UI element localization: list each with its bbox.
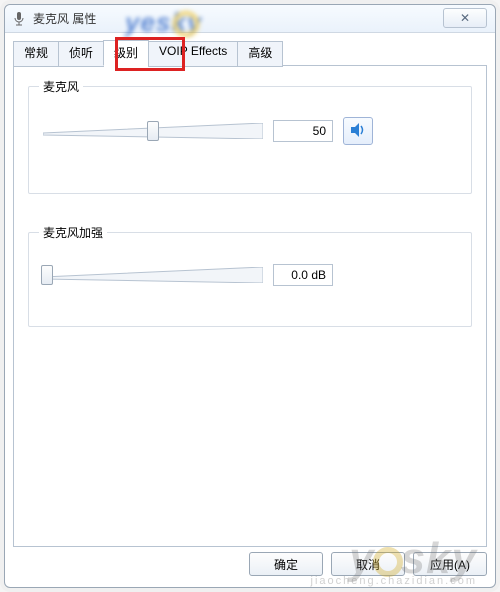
slider-track [43, 267, 263, 283]
ok-button-label: 确定 [274, 556, 298, 573]
tab-label: 侦听 [69, 46, 93, 60]
cancel-button[interactable]: 取消 [331, 552, 405, 576]
dialog-footer: 确定 取消 应用(A) [13, 549, 487, 579]
group-mic-boost-label: 麦克风加强 [39, 224, 107, 241]
group-mic-level: 麦克风 50 [28, 86, 472, 194]
mic-level-value[interactable]: 50 [273, 120, 333, 142]
mic-level-slider[interactable] [43, 119, 263, 143]
microphone-icon [11, 11, 27, 27]
speaker-icon [349, 121, 367, 142]
cancel-button-label: 取消 [356, 556, 380, 573]
mic-boost-slider[interactable] [43, 263, 263, 287]
tab-label: 高级 [248, 46, 272, 60]
mic-mute-button[interactable] [343, 117, 373, 145]
mic-boost-value[interactable]: 0.0 dB [273, 264, 333, 286]
tab-listen[interactable]: 侦听 [58, 41, 104, 67]
client-area: 常规 侦听 级别 VOIP Effects 高级 麦克风 [13, 39, 487, 543]
close-icon: ✕ [460, 11, 470, 25]
tab-label: 级别 [114, 46, 138, 60]
tabpage-levels: 麦克风 50 [13, 65, 487, 547]
tab-general[interactable]: 常规 [13, 41, 59, 67]
tabstrip: 常规 侦听 级别 VOIP Effects 高级 [13, 39, 487, 65]
tab-voip-effects[interactable]: VOIP Effects [148, 41, 238, 67]
tab-label: VOIP Effects [159, 44, 227, 58]
group-mic-boost: 麦克风加强 0.0 dB [28, 232, 472, 327]
titlebar: 麦克风 属性 yesky ✕ [5, 5, 495, 33]
apply-button-label: 应用(A) [430, 556, 470, 573]
slider-thumb[interactable] [147, 121, 159, 141]
tab-levels[interactable]: 级别 [103, 40, 149, 66]
slider-thumb[interactable] [41, 265, 53, 285]
window-title: 麦克风 属性 [33, 10, 96, 27]
tab-advanced[interactable]: 高级 [237, 41, 283, 67]
ok-button[interactable]: 确定 [249, 552, 323, 576]
watermark-top: yesky [125, 7, 202, 38]
tab-label: 常规 [24, 46, 48, 60]
mic-boost-row: 0.0 dB [43, 263, 457, 287]
apply-button[interactable]: 应用(A) [413, 552, 487, 576]
mic-level-row: 50 [43, 117, 457, 145]
group-mic-level-label: 麦克风 [39, 78, 83, 95]
close-button[interactable]: ✕ [443, 8, 487, 28]
properties-dialog: 麦克风 属性 yesky ✕ 常规 侦听 级别 VOIP Effects 高级 … [4, 4, 496, 588]
